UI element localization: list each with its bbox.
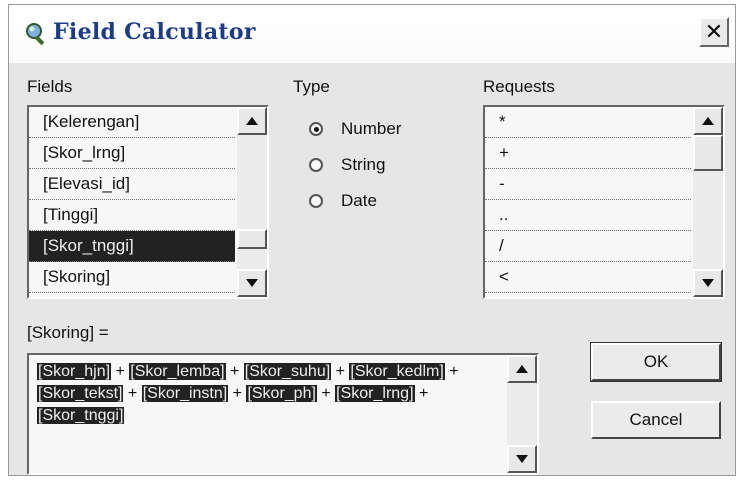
radio-selected-icon bbox=[309, 122, 323, 136]
calculator-magnifier-icon bbox=[23, 21, 49, 47]
fields-scrollbar[interactable] bbox=[237, 107, 267, 297]
field-calculator-dialog: Field Calculator ✕ Fields [Kelerengan] [S… bbox=[8, 4, 736, 476]
radio-string-label: String bbox=[341, 155, 386, 174]
radio-string[interactable]: String bbox=[309, 155, 385, 175]
expression-scrollbar[interactable] bbox=[507, 355, 537, 473]
radio-number-label: Number bbox=[341, 119, 402, 138]
fields-list[interactable]: [Kelerengan] [Skor_lrng] [Elevasi_id] [Ting… bbox=[27, 105, 269, 299]
operator-text: + bbox=[331, 363, 350, 380]
scroll-up-button[interactable] bbox=[693, 107, 723, 135]
requests-label: Requests bbox=[483, 77, 555, 96]
operator-text: + bbox=[123, 385, 142, 402]
fields-scroll-thumb[interactable] bbox=[237, 229, 267, 249]
list-item[interactable]: [Tinggi] bbox=[29, 200, 235, 231]
requests-rows: *+-../<<= bbox=[485, 107, 723, 297]
close-icon: ✕ bbox=[704, 19, 724, 44]
expression-text: [Skor_hjn] + [Skor_lemba] + [Skor_suhu] … bbox=[37, 361, 501, 427]
close-button[interactable]: ✕ bbox=[699, 17, 729, 47]
field-token: [Skor_hjn] bbox=[37, 363, 112, 380]
expression-label: [Skoring] = bbox=[27, 323, 109, 342]
arrow-down-icon bbox=[702, 279, 714, 287]
scroll-down-button[interactable] bbox=[237, 269, 267, 297]
list-item[interactable]: [Skor_lrng] bbox=[29, 138, 235, 169]
dialog-title: Field Calculator bbox=[53, 19, 256, 45]
requests-list[interactable]: *+-../<<= bbox=[483, 105, 725, 299]
type-label: Type bbox=[293, 77, 330, 96]
cancel-button[interactable]: Cancel bbox=[591, 401, 721, 439]
arrow-up-icon bbox=[516, 365, 528, 373]
operator-text: + bbox=[316, 385, 336, 402]
operator-text: + bbox=[444, 363, 464, 380]
arrow-down-icon bbox=[246, 279, 258, 287]
ok-button[interactable]: OK bbox=[590, 342, 722, 382]
operator-text: + bbox=[228, 385, 247, 402]
scroll-down-button[interactable] bbox=[693, 269, 723, 297]
scroll-up-button[interactable] bbox=[507, 355, 537, 383]
field-token: [Skor_lemba] bbox=[129, 363, 226, 380]
field-token: [Skor_tnggi] bbox=[37, 407, 125, 424]
scroll-up-button[interactable] bbox=[237, 107, 267, 135]
scroll-down-button[interactable] bbox=[507, 445, 537, 473]
requests-scrollbar[interactable] bbox=[693, 107, 723, 297]
list-item[interactable]: [Skor_tnggi] bbox=[29, 231, 235, 262]
operator-text: + bbox=[414, 385, 433, 402]
radio-date-label: Date bbox=[341, 191, 377, 210]
radio-number[interactable]: Number bbox=[309, 119, 401, 139]
field-token: [Skor_kedlm] bbox=[349, 363, 445, 380]
list-item[interactable]: + bbox=[485, 138, 691, 169]
list-item[interactable]: * bbox=[485, 107, 691, 138]
field-token: [Skor_tekst] bbox=[37, 385, 124, 402]
fields-rows: [Kelerengan] [Skor_lrng] [Elevasi_id] [Ting… bbox=[29, 107, 267, 293]
requests-scroll-thumb[interactable] bbox=[693, 135, 723, 171]
operator-text: + bbox=[111, 363, 130, 380]
radio-date[interactable]: Date bbox=[309, 191, 377, 211]
field-token: [Skor_suhu] bbox=[243, 363, 332, 380]
arrow-up-icon bbox=[246, 117, 258, 125]
expression-input[interactable]: [Skor_hjn] + [Skor_lemba] + [Skor_suhu] … bbox=[27, 353, 539, 475]
radio-unselected-icon bbox=[309, 194, 323, 208]
field-token: [Skor_ph] bbox=[246, 385, 317, 402]
list-item[interactable]: [Skoring] bbox=[29, 262, 235, 293]
operator-text: + bbox=[225, 363, 244, 380]
list-item[interactable]: .. bbox=[485, 200, 691, 231]
arrow-down-icon bbox=[516, 455, 528, 463]
list-item[interactable]: <= bbox=[485, 293, 691, 297]
list-item[interactable]: [Elevasi_id] bbox=[29, 169, 235, 200]
list-item[interactable]: - bbox=[485, 169, 691, 200]
arrow-up-icon bbox=[702, 117, 714, 125]
radio-unselected-icon bbox=[309, 158, 323, 172]
field-token: [Skor_lrng] bbox=[335, 385, 415, 402]
list-item[interactable]: / bbox=[485, 231, 691, 262]
list-item[interactable]: < bbox=[485, 262, 691, 293]
list-item[interactable]: [Kelerengan] bbox=[29, 107, 235, 138]
title-bar: Field Calculator ✕ bbox=[9, 5, 735, 63]
fields-label: Fields bbox=[27, 77, 73, 96]
field-token: [Skor_instn] bbox=[141, 385, 229, 402]
